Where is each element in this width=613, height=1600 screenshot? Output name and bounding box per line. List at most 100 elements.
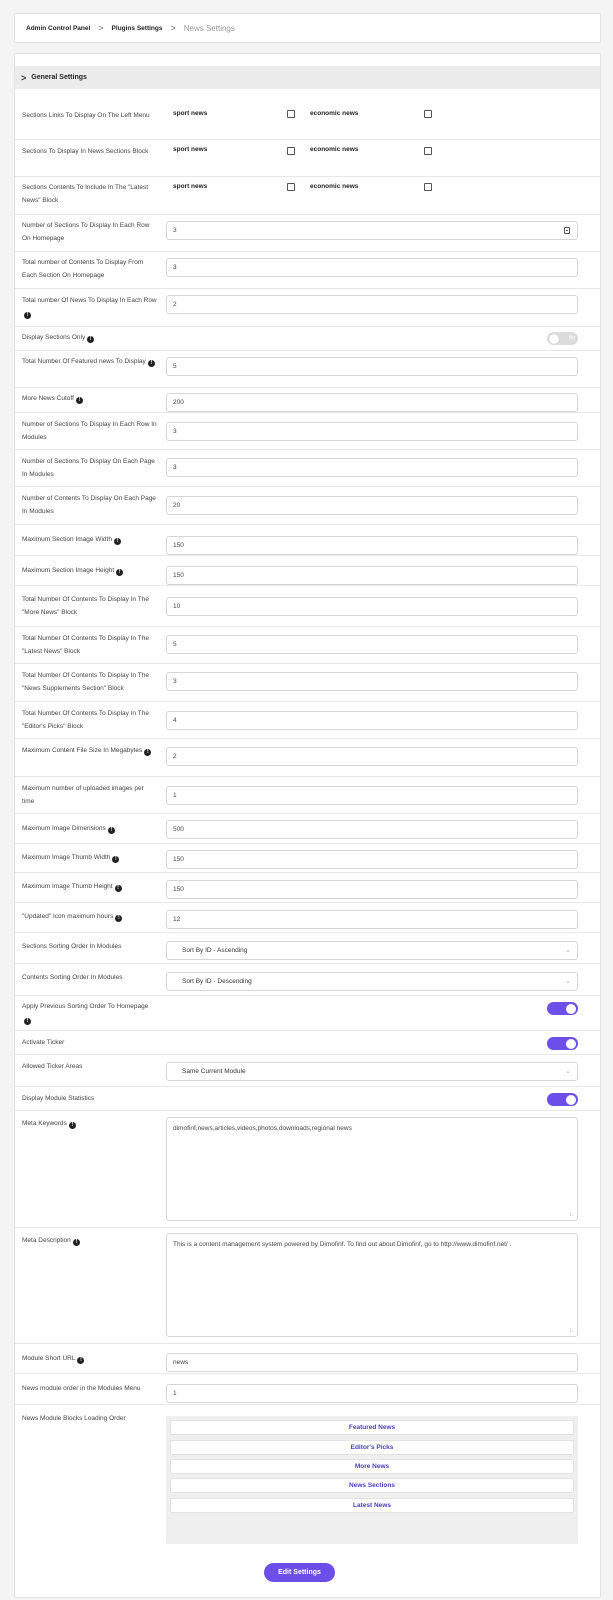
checkbox-economic-news[interactable] xyxy=(424,147,432,155)
module-statistics-toggle[interactable] xyxy=(547,1093,578,1106)
updated-icon-hours-input[interactable]: 12 xyxy=(166,910,578,929)
setting-label: News module order in the Modules Menu xyxy=(22,1385,141,1392)
contents-per-section-home-input[interactable]: 3 xyxy=(166,258,578,277)
meta-keywords-textarea[interactable]: dimofinf,news,articles,videos,photos,dow… xyxy=(166,1117,578,1221)
setting-label: Total number of Contents To Display From… xyxy=(22,259,144,279)
sections-sort-select[interactable]: Sort By ID - Ascending ⌄ xyxy=(166,941,578,960)
order-item-featured-news[interactable]: Featured News xyxy=(170,1420,574,1435)
info-circle-icon[interactable]: ! xyxy=(77,1357,85,1364)
ticker-areas-select[interactable]: Same Current Module ⌄ xyxy=(166,1062,578,1081)
info-circle-icon[interactable]: ! xyxy=(112,856,120,863)
setting-label: Number of Sections To Display In Each Ro… xyxy=(22,421,157,441)
more-news-block-input[interactable]: 10 xyxy=(166,597,578,616)
module-order-input[interactable]: 1 xyxy=(166,1384,578,1403)
setting-row-max-thumb-width: Maximum Image Thumb Width! 150 xyxy=(15,844,600,873)
setting-label: Maximum Image Thumb Height! xyxy=(22,881,157,894)
featured-news-input[interactable]: 5 xyxy=(166,357,578,376)
option-label-sport-news: sport news xyxy=(173,146,208,153)
supplements-block-input[interactable]: 3 xyxy=(166,672,578,691)
label-text: Maximum Section Image Width xyxy=(22,536,112,543)
info-circle-icon[interactable]: ! xyxy=(72,1239,80,1246)
max-section-img-width-input[interactable]: 150 xyxy=(166,536,578,555)
resize-grip-icon[interactable]: ∟ xyxy=(569,1328,575,1334)
setting-label: Maximum Image Dimensions! xyxy=(22,823,157,836)
option-label-sport-news: sport news xyxy=(173,183,208,190)
resize-grip-icon[interactable]: ∟ xyxy=(569,1212,575,1218)
display-sections-only-toggle[interactable]: No xyxy=(547,332,578,345)
label-text: Maximum Section Image Height xyxy=(22,567,115,574)
info-circle-icon[interactable]: ! xyxy=(115,915,123,922)
info-circle-icon[interactable]: ! xyxy=(114,885,122,892)
info-circle-icon[interactable]: ! xyxy=(24,1017,31,1025)
max-uploaded-images-input[interactable]: 1 xyxy=(166,786,578,805)
checkbox-economic-news[interactable] xyxy=(424,183,432,191)
chevron-right-icon: > xyxy=(170,22,176,33)
info-circle-icon[interactable]: ! xyxy=(87,336,95,343)
contents-sort-select[interactable]: Sort By ID - Descending ⌄ xyxy=(166,972,578,991)
more-news-cutoff-input[interactable]: 200 xyxy=(166,393,578,412)
sections-per-page-modules-input[interactable]: 3 xyxy=(166,458,578,477)
setting-row-contents-per-section-home: Total number of Contents To Display From… xyxy=(15,252,600,289)
order-item-more-news[interactable]: More News xyxy=(170,1459,574,1474)
order-item-latest-news[interactable]: Latest News xyxy=(170,1498,574,1513)
apply-prev-sort-toggle[interactable] xyxy=(547,1002,578,1015)
setting-row-max-thumb-height: Maximum Image Thumb Height! 150 xyxy=(15,873,600,903)
checkbox-sport-news[interactable] xyxy=(287,110,295,118)
meta-description-textarea[interactable]: This is a content management system powe… xyxy=(166,1233,578,1337)
label-text: Apply Previous Sorting Order To Homepage xyxy=(22,1003,149,1010)
order-item-editors-picks[interactable]: Editor's Picks xyxy=(170,1440,574,1455)
chevron-down-icon: ⌄ xyxy=(565,947,571,954)
editors-picks-block-input[interactable]: 4 xyxy=(166,711,578,730)
info-circle-icon[interactable]: ! xyxy=(113,538,121,545)
setting-row-left-menu-sections: Sections Links To Display On The Left Me… xyxy=(15,103,600,140)
sections-per-row-modules-input[interactable]: 3 xyxy=(166,422,578,441)
sections-per-row-home-input[interactable]: 3 xyxy=(166,221,578,240)
option-label-economic-news: economic news xyxy=(310,183,359,190)
breadcrumb-admin-control-panel[interactable]: Admin Control Panel xyxy=(26,25,90,32)
info-circle-icon[interactable]: ! xyxy=(68,1122,76,1129)
edit-settings-button[interactable]: Edit Settings xyxy=(264,1563,335,1582)
label-text: Maximum Content File Size In Megabytes xyxy=(22,747,143,754)
activate-ticker-toggle[interactable] xyxy=(547,1037,578,1050)
setting-label: Display Sections Only! xyxy=(22,332,157,345)
checkbox-sport-news[interactable] xyxy=(287,147,295,155)
order-item-news-sections[interactable]: News Sections xyxy=(170,1478,574,1493)
setting-row-sections-per-row-home: Number of Sections To Display In Each Ro… xyxy=(15,215,600,252)
label-text: Display Sections Only xyxy=(22,334,86,341)
number-stepper-icon[interactable] xyxy=(564,227,570,234)
contents-per-page-modules-input[interactable]: 20 xyxy=(166,496,578,515)
breadcrumb-plugins-settings[interactable]: Plugins Settings xyxy=(112,25,163,32)
info-circle-icon[interactable]: ! xyxy=(75,397,83,404)
select-value: Sort By ID - Descending xyxy=(182,978,252,985)
label-text: "Updated" Icon maximum hours xyxy=(22,913,114,920)
setting-label: Sections Contents To Include In The "Lat… xyxy=(22,184,149,204)
info-circle-icon[interactable]: ! xyxy=(144,749,152,756)
module-short-url-input[interactable]: news xyxy=(166,1353,578,1372)
section-header-general-settings[interactable]: > General Settings xyxy=(15,66,600,89)
news-per-row-input[interactable]: 2 xyxy=(166,295,578,314)
max-file-size-input[interactable]: 2 xyxy=(166,747,578,766)
checkbox-economic-news[interactable] xyxy=(424,110,432,118)
info-circle-icon[interactable]: ! xyxy=(116,569,124,576)
max-thumb-width-input[interactable]: 150 xyxy=(166,850,578,869)
setting-label: Sections To Display In News Sections Blo… xyxy=(22,148,149,155)
latest-news-block-input[interactable]: 5 xyxy=(166,635,578,654)
select-value: Sort By ID - Ascending xyxy=(182,947,248,954)
checkbox-sport-news[interactable] xyxy=(287,183,295,191)
toggle-knob xyxy=(566,1038,576,1049)
setting-row-latest-news-block: Total Number Of Contents To Display In T… xyxy=(15,627,600,664)
max-image-dimensions-input[interactable]: 500 xyxy=(166,820,578,839)
setting-label: Sections Links To Display On The Left Me… xyxy=(22,112,150,119)
info-circle-icon[interactable]: ! xyxy=(24,311,31,319)
max-section-img-height-input[interactable]: 150 xyxy=(166,566,578,585)
setting-label: Allowed Ticker Areas xyxy=(22,1063,83,1070)
blocks-loading-order-list: Featured News Editor's Picks More News N… xyxy=(166,1416,578,1544)
label-text: Module Short URL xyxy=(22,1355,76,1362)
info-circle-icon[interactable]: ! xyxy=(147,360,155,367)
setting-label: Total Number Of Contents To Display In T… xyxy=(22,635,149,655)
setting-row-module-statistics: Display Module Statistics xyxy=(15,1087,600,1111)
max-thumb-height-input[interactable]: 150 xyxy=(166,880,578,899)
breadcrumb: Admin Control Panel > Plugins Settings >… xyxy=(14,13,601,43)
settings-panel: > General Settings Sections Links To Dis… xyxy=(14,53,601,1598)
info-circle-icon[interactable]: ! xyxy=(107,827,115,834)
